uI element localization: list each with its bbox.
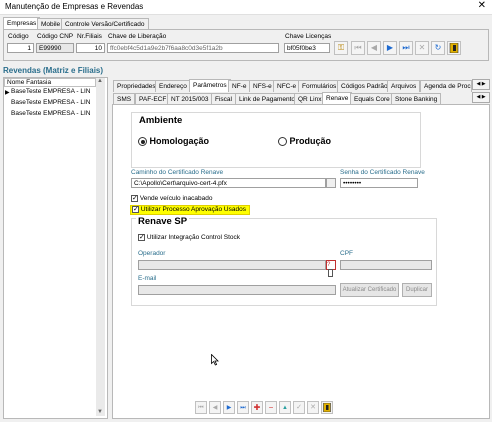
nav-insert-icon[interactable]: ✚ (251, 401, 263, 414)
checkbox-checked-icon: ✓ (138, 234, 145, 241)
chave-licencas-label: Chave Licenças (285, 33, 332, 40)
radio-homologacao[interactable]: Homologação (138, 136, 210, 147)
cancel-icon[interactable]: ✕ (415, 41, 429, 55)
sidebar-scrollbar[interactable] (96, 78, 105, 416)
tab-arquivos[interactable]: Arquivos (387, 80, 421, 92)
filiais-label: Nr.Filiais (77, 33, 102, 40)
integracao-label: Utilizar Integração Control Stock (146, 234, 241, 242)
nav-prev-icon[interactable]: ◀ (209, 401, 221, 414)
window-titlebar: Manutenção de Empresas e Revendas ✕ (0, 0, 492, 15)
tab-agenda[interactable]: Agenda de Proce (420, 80, 472, 92)
exit-icon[interactable] (447, 41, 461, 55)
checkbox-checked-icon: ✓ (132, 206, 139, 213)
atualizar-certificado-button[interactable]: Atualizar Certificado (340, 283, 399, 297)
tab-formularios[interactable]: Formulários (298, 80, 341, 92)
vende-checkbox[interactable]: ✓ Vende veículo inacabado (131, 195, 212, 202)
nav-delete-icon[interactable]: − (265, 401, 277, 414)
nav-next-icon[interactable]: ▶ (223, 401, 235, 414)
checkbox-checked-icon: ✓ (131, 195, 138, 202)
operador-label: Operador (138, 250, 166, 257)
senha-label: Senha do Certificado Renave (340, 169, 425, 176)
cpf-label: CPF (340, 250, 353, 257)
nav-exit-icon[interactable] (321, 401, 333, 414)
radio-homologacao-label: Homologação (149, 136, 210, 146)
list-item[interactable]: BaseTeste EMPRESA - LIN (11, 99, 90, 106)
mouse-cursor-icon (211, 353, 219, 368)
tab-nfce[interactable]: NFC-e (273, 80, 301, 92)
list-item[interactable]: BaseTeste EMPRESA - LIN (11, 88, 90, 95)
caminho-label: Caminho do Certificado Renave (131, 169, 224, 176)
tab-controle-versao[interactable]: Controle Versão/Certificado (61, 18, 149, 29)
tab-parametros[interactable]: Parâmetros (189, 79, 231, 92)
sidebar-column-header: Nome Fantasia (4, 78, 96, 87)
sidebar-title: Revendas (Matriz e Filiais) (3, 66, 104, 75)
senha-field[interactable]: •••••••• (340, 178, 418, 188)
nav-first-icon[interactable]: ⏮ (195, 401, 207, 414)
codigo-label: Código (8, 33, 29, 40)
operador-field[interactable] (138, 260, 326, 270)
tab-nfse[interactable]: NFS-e (249, 80, 276, 92)
browse-button[interactable] (326, 178, 336, 188)
email-label: E-mail (138, 275, 157, 282)
utilizar-label: Utilizar Processo Aprovação Usados (140, 206, 246, 214)
tab-scroll-arrows-icon[interactable]: ◀ ▶ (472, 92, 490, 103)
radio-unchecked-icon (278, 137, 287, 147)
radio-producao-label: Produção (289, 136, 332, 146)
key-icon[interactable]: ⚿ (334, 41, 348, 55)
tab-scroll-arrows-icon[interactable]: ◀ ▶ (472, 79, 490, 90)
chave-liberacao-label: Chave de Liberação (108, 33, 167, 40)
sidebar-list (3, 77, 108, 419)
tab-codigos-padrao[interactable]: Códigos Padrão (337, 80, 392, 92)
cnp-label: Código CNP (37, 33, 74, 40)
row-pointer-icon: ▶ (5, 90, 10, 96)
tab-nfe[interactable]: NF-e (228, 80, 251, 92)
radio-producao[interactable]: Produção (278, 136, 332, 147)
tab-endereco[interactable]: Endereço (155, 80, 191, 92)
nav-last-icon[interactable]: ⏭ (237, 401, 249, 414)
vende-label: Vende veículo inacabado (139, 195, 213, 203)
codigo-field[interactable]: 1 (7, 43, 34, 53)
cnp-field[interactable]: E99990 (36, 43, 74, 53)
list-item[interactable]: BaseTeste EMPRESA - LIN (11, 110, 90, 117)
cpf-field[interactable] (340, 260, 432, 270)
first-icon[interactable]: ⏮ (351, 41, 365, 55)
scroll-up-icon[interactable]: ▲ (97, 78, 103, 84)
next-icon[interactable]: ▶ (383, 41, 397, 55)
scroll-down-icon[interactable]: ▼ (97, 409, 103, 415)
nav-edit-icon[interactable]: ▲ (279, 401, 291, 414)
chave-licencas-field[interactable]: bf05f0be3 (284, 43, 330, 53)
renave-sp-title: Renave SP (136, 216, 190, 227)
nav-cancel-icon[interactable]: ✕ (307, 401, 319, 414)
last-icon[interactable]: ⏭ (399, 41, 413, 55)
ambiente-title: Ambiente (137, 115, 185, 126)
nav-post-icon[interactable]: ✓ (293, 401, 305, 414)
radio-checked-icon (138, 137, 147, 147)
prev-icon[interactable]: ◀ (367, 41, 381, 55)
refresh-icon[interactable]: ↻ (431, 41, 445, 55)
caminho-field[interactable]: C:\Apollo\Cert\arquivo-cert-4.pfx (131, 178, 326, 188)
duplicar-button[interactable]: Duplicar (402, 283, 432, 297)
chave-liberacao-field[interactable]: ffc0ebf4c5d1a9e2b7f6aa8c0d3e5f1a2b (107, 43, 279, 53)
tab-propriedades[interactable]: Propriedades (113, 80, 160, 92)
filiais-field[interactable]: 10 (76, 43, 105, 53)
close-icon[interactable]: ✕ (478, 0, 486, 11)
window-title: Manutenção de Empresas e Revendas (5, 2, 144, 11)
integracao-checkbox[interactable]: ✓ Utilizar Integração Control Stock (138, 234, 240, 241)
operador-help-icon[interactable]: ? (326, 260, 336, 277)
email-field[interactable] (138, 285, 336, 295)
utilizar-checkbox[interactable]: ✓ Utilizar Processo Aprovação Usados (130, 205, 250, 215)
